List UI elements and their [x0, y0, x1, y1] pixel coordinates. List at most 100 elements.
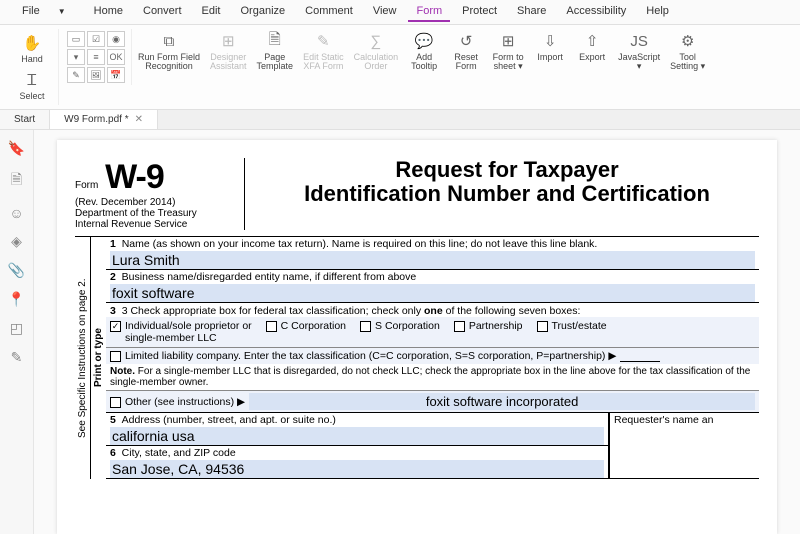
sheet-icon: ⊞: [498, 31, 518, 51]
export-icon: ⇧: [582, 31, 602, 51]
name-field[interactable]: Lura Smith: [110, 251, 755, 269]
menu-bar: File▼ Home Convert Edit Organize Comment…: [0, 0, 800, 25]
menu-share[interactable]: Share: [509, 2, 554, 22]
menu-home[interactable]: Home: [86, 2, 131, 22]
menu-help[interactable]: Help: [638, 2, 677, 22]
xfa-label: Edit Static XFA Form: [303, 53, 344, 71]
designer-icon: ⊞: [218, 31, 238, 51]
menu-protect[interactable]: Protect: [454, 2, 505, 22]
combo-field-button[interactable]: ▾: [67, 49, 85, 65]
edit-static-xfa-button[interactable]: ✎ Edit Static XFA Form: [299, 29, 348, 73]
form-number: W-9: [105, 158, 164, 196]
attachment-panel-icon[interactable]: 📎: [8, 262, 25, 279]
reset-icon: ↺: [456, 31, 476, 51]
cb-other[interactable]: Other (see instructions) ▶: [110, 396, 245, 408]
form-department: Department of the Treasury Internal Reve…: [75, 208, 236, 230]
tab-document-label: W9 Form.pdf *: [64, 114, 128, 125]
calculation-order-button[interactable]: ∑ Calculation Order: [350, 29, 403, 73]
js-label: JavaScript ▾: [618, 53, 660, 71]
form-title: Request for Taxpayer Identification Numb…: [255, 158, 759, 206]
page-template-icon: 🗎: [265, 31, 285, 51]
hand-tool-button[interactable]: ✋ Hand: [12, 31, 52, 66]
menu-file[interactable]: File▼: [6, 2, 82, 22]
comments-panel-icon[interactable]: ☺: [9, 205, 23, 221]
page-template-button[interactable]: 🗎 Page Template: [253, 29, 298, 73]
requester-header: Requester's name an: [609, 413, 759, 478]
hand-label: Hand: [21, 55, 43, 64]
calc-label: Calculation Order: [354, 53, 399, 71]
vertical-see-instructions: See Specific Instructions on page 2.: [75, 237, 90, 479]
llc-classification-field[interactable]: [620, 351, 660, 362]
layers-panel-icon[interactable]: ◈: [11, 233, 22, 250]
pages-panel-icon[interactable]: 🗎: [11, 169, 22, 193]
list-field-button[interactable]: ≡: [87, 49, 105, 65]
calc-icon: ∑: [366, 31, 386, 51]
cb-trust[interactable]: Trust/estate: [537, 320, 607, 332]
destination-panel-icon[interactable]: 📍: [8, 291, 25, 308]
llc-note: Note. For a single-member LLC that is di…: [106, 364, 759, 390]
designer-label: Designer Assistant: [210, 53, 247, 71]
recognition-icon: ⧉: [159, 31, 179, 51]
other-field[interactable]: foxit software incorporated: [249, 393, 755, 410]
document-canvas[interactable]: Form W-9 (Rev. December 2014) Department…: [34, 130, 800, 534]
cb-scorp[interactable]: S Corporation: [360, 320, 440, 332]
cb-ccorp[interactable]: C Corporation: [266, 320, 346, 332]
button-field-button[interactable]: OK: [107, 49, 125, 65]
tab-document[interactable]: W9 Form.pdf * ✕: [50, 110, 158, 129]
date-field-button[interactable]: 📅: [107, 67, 125, 83]
left-sidebar: 🔖 🗎 ☺ ◈ 📎 📍 ◰ ✎: [0, 130, 34, 534]
line1-header: 1 Name (as shown on your income tax retu…: [110, 238, 755, 250]
import-button[interactable]: ⇩ Import: [530, 29, 570, 64]
form-revision: (Rev. December 2014): [75, 197, 236, 208]
cb-llc[interactable]: Limited liability company. Enter the tax…: [110, 350, 616, 362]
run-form-recognition-button[interactable]: ⧉ Run Form Field Recognition: [134, 29, 204, 73]
radio-field-button[interactable]: ◉: [107, 31, 125, 47]
cb-partnership[interactable]: Partnership: [454, 320, 523, 332]
select-tool-button[interactable]: Ꮖ Select: [12, 68, 52, 103]
address-field[interactable]: california usa: [110, 427, 604, 445]
gear-icon: ⚙: [678, 31, 698, 51]
fields-panel-icon[interactable]: ◰: [10, 320, 23, 337]
add-tooltip-button[interactable]: 💬 Add Tooltip: [404, 29, 444, 73]
import-icon: ⇩: [540, 31, 560, 51]
city-field[interactable]: San Jose, CA, 94536: [110, 460, 604, 478]
form-label: Form: [75, 180, 98, 191]
export-label: Export: [579, 53, 605, 62]
designer-assistant-button[interactable]: ⊞ Designer Assistant: [206, 29, 251, 73]
javascript-button[interactable]: JS JavaScript ▾: [614, 29, 664, 73]
menu-convert[interactable]: Convert: [135, 2, 190, 22]
business-name-field[interactable]: foxit software: [110, 284, 755, 302]
page-template-label: Page Template: [257, 53, 294, 71]
vertical-print-type: Print or type: [90, 237, 106, 479]
line5-header: 5 Address (number, street, and apt. or s…: [110, 414, 604, 426]
image-field-button[interactable]: 🖼: [87, 67, 105, 83]
select-icon: Ꮖ: [22, 70, 42, 90]
bookmark-panel-icon[interactable]: 🔖: [8, 140, 25, 157]
menu-view[interactable]: View: [365, 2, 405, 22]
close-tab-icon[interactable]: ✕: [135, 114, 143, 125]
line3-header: 3 3 Check appropriate box for federal ta…: [106, 303, 759, 317]
run-form-label: Run Form Field Recognition: [138, 53, 200, 71]
export-button[interactable]: ⇧ Export: [572, 29, 612, 64]
line6-header: 6 City, state, and ZIP code: [110, 447, 604, 459]
signature-panel-icon[interactable]: ✎: [11, 349, 23, 366]
checkbox-field-button[interactable]: ☑: [87, 31, 105, 47]
form-to-sheet-button[interactable]: ⊞ Form to sheet ▾: [488, 29, 528, 73]
menu-accessibility[interactable]: Accessibility: [558, 2, 634, 22]
import-label: Import: [537, 53, 563, 62]
menu-edit[interactable]: Edit: [194, 2, 229, 22]
chevron-down-icon: ▼: [50, 4, 74, 19]
menu-comment[interactable]: Comment: [297, 2, 361, 22]
menu-form[interactable]: Form: [408, 2, 450, 22]
tool-setting-label: Tool Setting ▾: [670, 53, 705, 71]
pdf-page: Form W-9 (Rev. December 2014) Department…: [57, 140, 777, 534]
cb-individual[interactable]: ✓Individual/sole proprietor or single-me…: [110, 320, 252, 344]
tool-setting-button[interactable]: ⚙ Tool Setting ▾: [666, 29, 709, 73]
menu-organize[interactable]: Organize: [233, 2, 294, 22]
signature-field-button[interactable]: ✎: [67, 67, 85, 83]
tab-start[interactable]: Start: [0, 110, 50, 129]
ribbon: ✋ Hand Ꮖ Select ▭ ☑ ◉ ▾ ≡ OK ✎ 🖼 📅 ⧉ Run…: [0, 25, 800, 110]
select-label: Select: [19, 92, 44, 101]
reset-form-button[interactable]: ↺ Reset Form: [446, 29, 486, 73]
text-field-button[interactable]: ▭: [67, 31, 85, 47]
